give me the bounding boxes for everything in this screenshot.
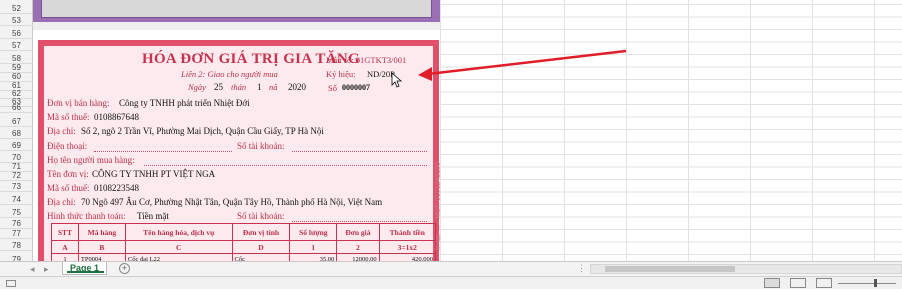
sheet-nav-left-icon[interactable]: ◂ xyxy=(30,264,35,275)
red-arrow-line xyxy=(427,49,627,76)
mouse-cursor-icon xyxy=(391,72,403,88)
page-break-view-icon[interactable] xyxy=(816,278,832,288)
add-sheet-button[interactable]: + xyxy=(119,263,130,274)
sheet-tab-bar: ◂ ▸ Page 1 + ⋮ xyxy=(0,261,902,276)
horizontal-scroll-thumb[interactable] xyxy=(605,266,735,272)
tab-splitter-icon[interactable]: ⋮ xyxy=(577,263,586,274)
zoom-slider-knob[interactable] xyxy=(874,279,877,287)
sheet-tab-page-1[interactable]: Page 1 xyxy=(62,262,107,275)
red-arrow-head-icon xyxy=(418,67,432,81)
annotation-overlay xyxy=(391,49,627,88)
page-layout-view-icon[interactable] xyxy=(790,278,806,288)
macro-record-icon[interactable] xyxy=(6,280,16,287)
sheet-nav-right-icon[interactable]: ▸ xyxy=(44,264,49,275)
normal-view-icon[interactable] xyxy=(764,278,780,288)
spreadsheet-window: 52 53 56 57 58 59 60 61 62 63 66 67 68 69 70 71 72 73 74 75… xyxy=(0,0,902,289)
zoom-slider[interactable] xyxy=(838,283,896,284)
horizontal-scrollbar[interactable] xyxy=(590,264,902,274)
status-bar xyxy=(0,276,902,289)
